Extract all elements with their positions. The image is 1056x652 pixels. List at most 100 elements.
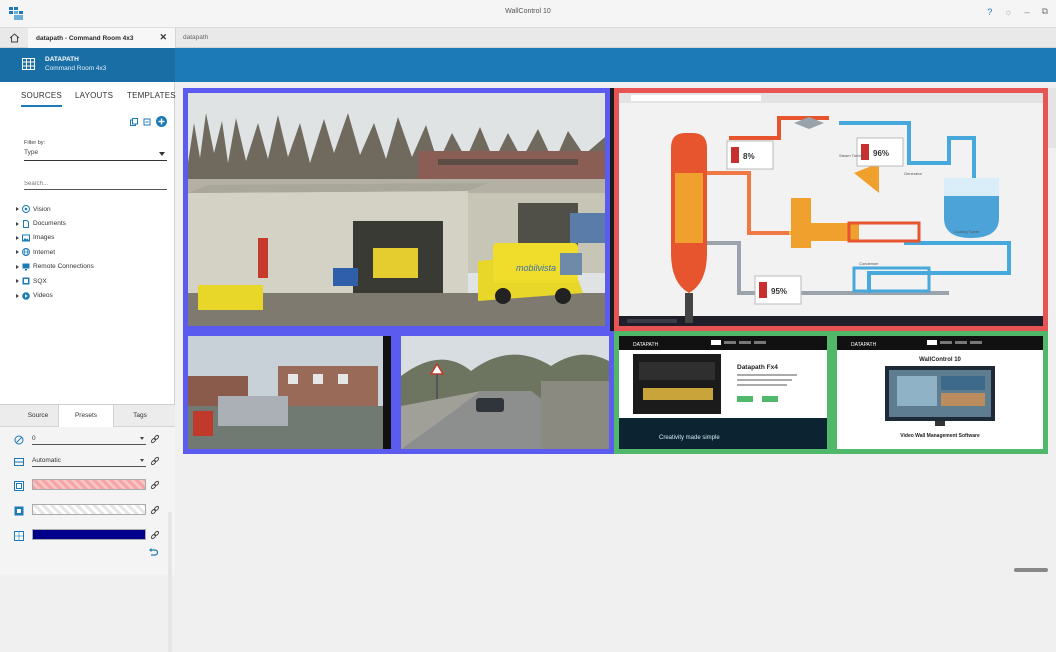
filter-value: Type [24,149,38,156]
fx4-tagline: Creativity made simple [659,435,720,441]
remote-icon [22,263,30,271]
rotation-dropdown[interactable]: 0 [32,433,146,445]
add-source-icon[interactable] [156,116,167,127]
border-color-row [0,476,175,496]
tab-label: datapath - Command Room 4x3 [36,35,134,42]
background-icon [14,506,24,516]
tree-item-label: SQX [33,278,47,285]
wall-window-datapath-wallcontrol[interactable]: DATAPATH WallControl 10 Video Wall Manag… [832,331,1048,454]
tree-item-remote[interactable]: Remote Connections [16,260,94,274]
chevron-down-icon [140,459,144,462]
rotation-value: 0 [32,435,36,442]
chevron-down-icon [159,152,165,156]
image-icon [22,234,30,242]
home-button[interactable] [0,28,28,48]
fx4-heading: Datapath Fx4 [737,364,778,371]
plant-readout-2: 96% [873,149,889,158]
tree-item-label: Remote Connections [33,263,94,270]
tree-item-sqx[interactable]: SQX [16,274,94,288]
fill-color-swatch[interactable] [32,529,146,540]
close-tab-icon[interactable]: ✕ [159,32,167,43]
properties-tabs: Source Presets Tags [0,405,175,427]
power-plant-diagram: 8% 96% 95% Cooling Tower Condenser Steam… [619,93,1043,326]
filter-label: Filter by: [24,140,45,146]
expand-arrow-icon[interactable] [16,207,19,211]
expand-arrow-icon[interactable] [16,236,19,240]
expand-arrow-icon[interactable] [16,294,19,298]
link-icon[interactable] [150,456,160,466]
tree-item-videos[interactable]: Videos [16,288,94,302]
wall-window-road-camera[interactable] [396,331,614,454]
settings-icon[interactable]: ☼ [1004,7,1012,17]
warehouse-camera-feed: mobilvista [188,93,605,326]
scaling-value: Automatic [32,457,61,464]
video-icon [22,292,30,300]
background-color-swatch[interactable] [32,504,146,515]
wall-window-warehouse-camera[interactable]: mobilvista [183,88,610,331]
fx4-brand: DATAPATH [633,342,659,348]
expand-arrow-icon[interactable] [16,279,19,283]
rotation-row: 0 [0,430,175,450]
tree-item-label: Vision [33,206,51,213]
copy-icon[interactable] [130,118,138,126]
tree-item-documents[interactable]: Documents [16,216,94,230]
tree-item-label: Internet [33,249,55,256]
minimize-button[interactable]: – [1025,7,1030,17]
video-wall-canvas[interactable]: mobilvista [183,88,1048,454]
source-tree: Vision Documents Images Internet Remote … [16,202,94,303]
tab-tags[interactable]: Tags [112,405,168,427]
van-brand-text: mobilvista [516,263,556,273]
wall-title: DATAPATH [45,56,79,63]
datapath-fx4-webpage: DATAPATH Datapath Fx4 Creativity made si… [619,336,827,449]
undo-icon[interactable] [148,547,158,557]
expand-arrow-icon[interactable] [16,250,19,254]
wall-window-street-camera[interactable] [183,331,396,454]
sidebar: SOURCES LAYOUTS TEMPLATES Filter by: Typ… [0,82,175,575]
link-icon[interactable] [150,505,160,515]
scaling-icon [14,457,24,467]
resize-grip[interactable] [1014,568,1048,572]
tab-layouts[interactable]: LAYOUTS [75,91,113,100]
tab-sources[interactable]: SOURCES [21,91,62,107]
layout-header: DATAPATH Command Room 4x3 [0,48,1056,82]
grid-layout-icon [22,58,35,70]
sidebar-scrollbar[interactable] [168,512,172,652]
street-camera-feed [188,336,391,449]
title-bar: WallControl 10 ? ☼ – ⧉ [0,0,1056,28]
sqx-icon [22,277,30,285]
scaling-row: Automatic [0,452,175,472]
filter-dropdown[interactable]: Type [24,149,167,161]
plant-readout-1: 8% [743,152,755,161]
condenser-label: Condenser [859,261,879,266]
cooling-tower-label: Cooling Tower [954,229,980,234]
tree-item-label: Documents [33,220,66,227]
wall-window-power-plant[interactable]: 8% 96% 95% Cooling Tower Condenser Steam… [614,88,1048,331]
help-icon[interactable]: ? [987,7,992,17]
tab-presets[interactable]: Presets [58,405,114,427]
chevron-down-icon [140,437,144,440]
wall-window-datapath-fx4[interactable]: DATAPATH Datapath Fx4 Creativity made si… [614,331,832,454]
wall-scrollbar[interactable] [1048,88,1056,148]
tree-item-vision[interactable]: Vision [16,202,94,216]
tab-command-room[interactable]: datapath - Command Room 4x3 ✕ [28,28,176,48]
search-input[interactable] [24,178,167,190]
tab-templates[interactable]: TEMPLATES [127,91,176,100]
expand-arrow-icon[interactable] [16,222,19,226]
plant-readout-3: 95% [771,287,787,296]
duplicate-icon[interactable] [143,118,151,126]
layout-header-panel: DATAPATH Command Room 4x3 [0,48,175,82]
tab-datapath[interactable]: datapath [183,34,208,41]
restore-button[interactable]: ⧉ [1042,6,1048,17]
link-icon[interactable] [150,480,160,490]
link-icon[interactable] [150,434,160,444]
vision-icon [22,205,30,213]
border-icon [14,481,24,491]
border-color-swatch[interactable] [32,479,146,490]
tree-item-label: Videos [33,292,53,299]
expand-arrow-icon[interactable] [16,265,19,269]
tree-item-internet[interactable]: Internet [16,245,94,259]
tree-item-images[interactable]: Images [16,231,94,245]
link-icon[interactable] [150,530,160,540]
home-icon [9,33,20,43]
scaling-dropdown[interactable]: Automatic [32,455,146,467]
